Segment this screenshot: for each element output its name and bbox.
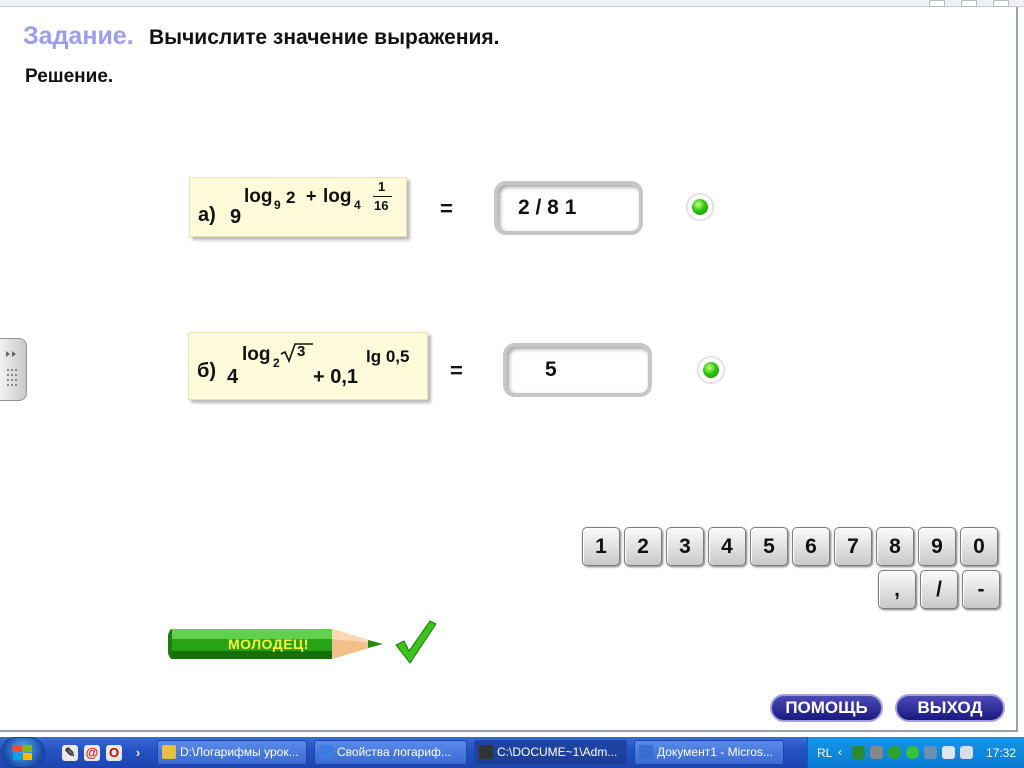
help-button[interactable]: ПОМОЩЬ (770, 694, 883, 722)
close-stub[interactable] (993, 0, 1009, 7)
green-light-icon (692, 199, 708, 215)
app-window: Задание. Вычислите значение выражения. Р… (0, 0, 1024, 732)
tray-network-icon[interactable] (852, 746, 865, 759)
taskbar-window-icon (162, 745, 176, 759)
praise-label: МОЛОДЕЦ! (228, 636, 309, 652)
problem-a-plus: + (306, 186, 317, 206)
key-comma[interactable]: , (878, 570, 916, 609)
clock: 17:32 (986, 746, 1017, 760)
problem-b-log1-base: 2 (273, 356, 280, 370)
taskbar-window-label: D:\Логарифмы урок... (180, 745, 299, 759)
problem-b-base: 4 (227, 366, 239, 388)
taskbar-window-icon (479, 745, 493, 759)
expression-a: а) 9 log 9 2 + log 4 1 16 (189, 177, 407, 237)
status-indicator-b (697, 356, 725, 384)
equals-sign-b: = (450, 358, 463, 383)
expression-b: б) 4 log 2 3 + 0,1 lg 0,5 (188, 332, 428, 400)
tray-check-icon[interactable] (906, 746, 919, 759)
green-light-icon (703, 362, 719, 378)
fraction-bar (373, 196, 392, 197)
minimize-stub[interactable] (929, 0, 945, 7)
tray-connection-icon[interactable] (924, 746, 937, 759)
problem-a-base: 9 (230, 206, 242, 228)
key-7[interactable]: 7 (834, 527, 872, 566)
problem-a-log2: log (323, 186, 352, 207)
quicklaunch-opera-icon[interactable]: O (106, 745, 122, 761)
taskbar-window-label: C:\DOCUME~1\Adm... (497, 745, 618, 759)
problem-b-label: б) (197, 360, 217, 382)
taskbar-window-label: Документ1 - Micros... (657, 745, 773, 759)
answer-input-a[interactable]: 2 / 8 1 (494, 181, 643, 235)
taskbar-window-3[interactable]: C:\DOCUME~1\Adm... (474, 740, 627, 765)
key-2[interactable]: 2 (624, 527, 662, 566)
maximize-stub[interactable] (961, 0, 977, 7)
problem-a-log1-base: 9 (274, 198, 281, 212)
tray-monitor-icon[interactable] (870, 746, 883, 759)
key-0[interactable]: 0 (960, 527, 998, 566)
taskbar-window-icon (639, 745, 653, 759)
taskbar-window-label: Свойства логариф... (337, 745, 451, 759)
key-8[interactable]: 8 (876, 527, 914, 566)
system-tray: RL ‹ 17:32 (807, 737, 1024, 768)
problem-a-label: а) (198, 204, 216, 226)
answer-value-a: 2 / 8 1 (518, 196, 577, 219)
taskbar: ✎ @ O › D:\Логарифмы урок... Свойства лог… (0, 737, 1024, 768)
tray-app-icon[interactable] (942, 746, 955, 759)
solution-label: Решение. (25, 66, 114, 87)
taskbar-window-2[interactable]: Свойства логариф... (314, 740, 467, 765)
grip-icon (6, 351, 17, 386)
key-1[interactable]: 1 (582, 527, 620, 566)
equals-sign-a: = (440, 196, 453, 221)
quicklaunch-more-icon[interactable]: › (130, 745, 146, 761)
key-4[interactable]: 4 (708, 527, 746, 566)
tray-volume-icon[interactable] (960, 746, 973, 759)
key-6[interactable]: 6 (792, 527, 830, 566)
key-minus[interactable]: - (962, 570, 1000, 609)
problem-b-sqrt-arg: 3 (297, 343, 306, 360)
tray-antivirus-icon[interactable] (888, 746, 901, 759)
task-label: Задание. (23, 22, 134, 50)
language-indicator[interactable]: RL (817, 746, 832, 760)
tray-expand-icon[interactable]: ‹ (838, 745, 842, 759)
problem-a-frac-den: 16 (374, 198, 389, 213)
problem-a-log1: log (244, 186, 273, 207)
status-indicator-a (686, 193, 714, 221)
exit-button[interactable]: ВЫХОД (895, 694, 1005, 722)
key-3[interactable]: 3 (666, 527, 704, 566)
quicklaunch-mail-icon[interactable]: @ (84, 745, 100, 761)
task-text: Вычислите значение выражения. (149, 26, 500, 49)
key-5[interactable]: 5 (750, 527, 788, 566)
top-strip (0, 0, 1024, 7)
side-panel-handle[interactable] (0, 338, 27, 401)
problem-a-frac-num: 1 (378, 179, 386, 194)
windows-logo-icon (13, 745, 32, 760)
start-button[interactable] (2, 738, 44, 767)
taskbar-window-4[interactable]: Документ1 - Micros... (634, 740, 784, 765)
problem-b-term2: + 0,1 (313, 366, 359, 388)
key-9[interactable]: 9 (918, 527, 956, 566)
quicklaunch-notepad-icon[interactable]: ✎ (62, 745, 78, 761)
taskbar-window-icon (319, 745, 333, 759)
problem-b-log1: log (242, 344, 271, 365)
answer-value-b: 5 (545, 358, 557, 381)
answer-input-b[interactable]: 5 (503, 343, 652, 397)
key-slash[interactable]: / (920, 570, 958, 609)
taskbar-window-1[interactable]: D:\Логарифмы урок... (157, 740, 307, 765)
problem-a-log1-arg: 2 (286, 188, 296, 207)
problem-a-log2-base: 4 (354, 198, 361, 212)
problem-b-exp2: lg 0,5 (366, 347, 410, 366)
